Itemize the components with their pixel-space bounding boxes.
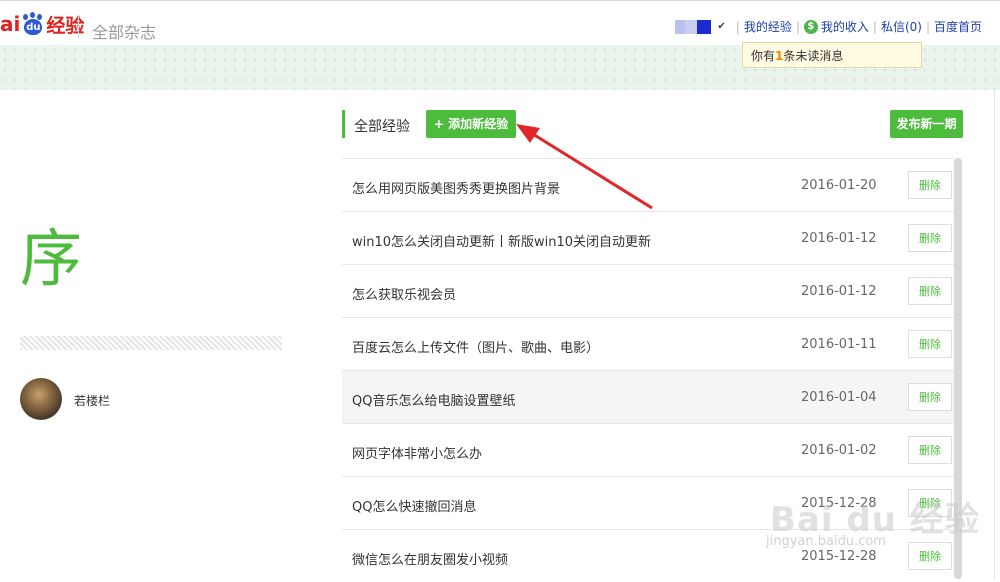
list-item: 怎么用网页版美图秀秀更换图片背景 2016-01-20 删除 [342, 158, 954, 211]
item-title[interactable]: 百度云怎么上传文件（图片、歌曲、电影） [352, 337, 599, 356]
delete-button[interactable]: 删除 [908, 171, 952, 199]
baidu-paw-icon: du [21, 12, 45, 36]
magazine-cover-char: 序 [20, 222, 83, 295]
item-date: 2016-01-04 [801, 390, 877, 405]
delete-button[interactable]: 删除 [908, 224, 952, 252]
delete-button[interactable]: 删除 [908, 436, 952, 464]
top-nav: ✔ | 我的经验 | $ 我的收入 | 私信(0) | 百度首页 [675, 18, 982, 35]
nav-separator: | [925, 19, 930, 34]
logo-divider [78, 16, 79, 38]
income-coin-icon: $ [803, 19, 818, 34]
item-title[interactable]: 微信怎么在朋友圈发小视频 [352, 549, 508, 568]
list-item-hovered: QQ音乐怎么给电脑设置壁纸 2016-01-04 删除 [342, 370, 954, 423]
item-date: 2016-01-20 [801, 178, 877, 193]
list-item: 网页字体非常小怎么办 2016-01-02 删除 [342, 423, 954, 476]
item-title[interactable]: 怎么获取乐视会员 [352, 284, 456, 303]
item-title[interactable]: win10怎么关闭自动更新丨新版win10关闭自动更新 [352, 231, 651, 250]
nav-separator: | [735, 19, 740, 34]
delete-button[interactable]: 删除 [908, 277, 952, 305]
author-name[interactable]: 若楼栏 [74, 392, 110, 409]
author-avatar[interactable] [20, 378, 62, 420]
baidu-jingyan-logo[interactable]: ai du 经验 [0, 11, 84, 37]
item-date: 2015-12-28 [801, 549, 877, 564]
item-date: 2016-01-12 [801, 231, 877, 246]
list-item: win10怎么关闭自动更新丨新版win10关闭自动更新 2016-01-12 删… [342, 211, 954, 264]
magazine-title[interactable]: 全部杂志 [92, 19, 156, 43]
list-header-accent [342, 110, 345, 138]
list-title: 全部经验 [354, 119, 410, 135]
delete-button[interactable]: 删除 [908, 383, 952, 411]
unread-message-tooltip[interactable]: 你有1条未读消息 [742, 42, 922, 68]
decorative-stripe [20, 336, 282, 350]
delete-button[interactable]: 删除 [908, 542, 952, 570]
nav-separator: | [872, 19, 877, 34]
logo-ai-text: ai [0, 12, 21, 36]
unread-suffix: 条未读消息 [783, 49, 844, 63]
user-avatar-blurred[interactable] [675, 19, 712, 34]
add-new-experience-button[interactable]: + 添加新经验 [426, 110, 516, 138]
unread-prefix: 你有 [751, 49, 776, 63]
item-title[interactable]: 网页字体非常小怎么办 [352, 443, 482, 462]
item-title[interactable]: QQ音乐怎么给电脑设置壁纸 [352, 390, 515, 409]
verified-check-icon: ✔ [717, 21, 726, 32]
delete-button[interactable]: 删除 [908, 330, 952, 358]
messages-link[interactable]: 私信(0) [881, 18, 922, 35]
item-title[interactable]: QQ怎么快速撤回消息 [352, 496, 476, 515]
list-item: 百度云怎么上传文件（图片、歌曲、电影） 2016-01-11 删除 [342, 317, 954, 370]
item-title[interactable]: 怎么用网页版美图秀秀更换图片背景 [352, 178, 560, 197]
watermark-url: jingyan.baidu.com [766, 534, 886, 549]
publish-new-issue-button[interactable]: 发布新一期 [890, 110, 963, 138]
top-bar: ai du 经验 全部杂志 ✔ | 我的经验 | $ 我的收入 | 私信(0) … [0, 0, 1000, 46]
item-date: 2016-01-11 [801, 337, 877, 352]
nav-separator: | [795, 19, 800, 34]
item-date: 2016-01-02 [801, 443, 877, 458]
logo-du-text: du [24, 19, 43, 35]
my-experience-link[interactable]: 我的经验 [744, 18, 792, 35]
baidu-home-link[interactable]: 百度首页 [934, 18, 982, 35]
list-item: 怎么获取乐视会员 2016-01-12 删除 [342, 264, 954, 317]
item-date: 2016-01-12 [801, 284, 877, 299]
my-income-link[interactable]: 我的收入 [821, 18, 869, 35]
